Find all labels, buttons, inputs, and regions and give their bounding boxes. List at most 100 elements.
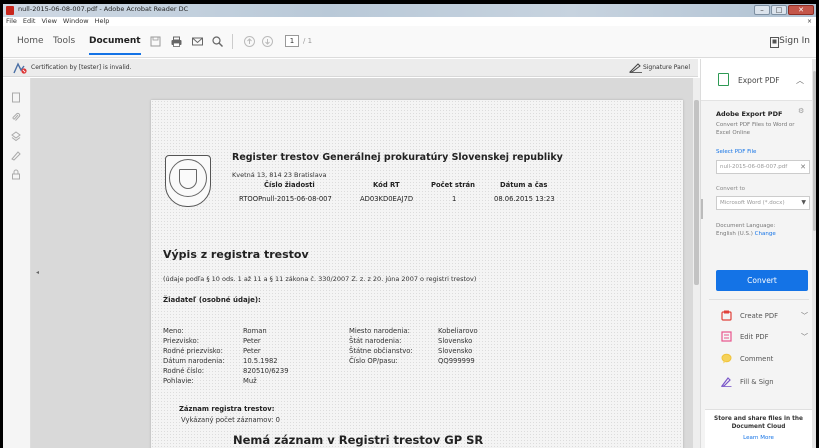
tool-comment[interactable]: Comment — [713, 353, 808, 367]
document-scrollbar[interactable] — [693, 78, 700, 448]
page-number-input[interactable]: 1 — [285, 35, 299, 47]
field-label-id-number: Číslo OP/pasu: — [349, 357, 398, 365]
acrobat-window: null-2015-06-08-007.pdf - Adobe Acrobat … — [0, 0, 819, 448]
field-label-surname: Priezvisko: — [163, 337, 200, 345]
adobe-export-heading: Adobe Export PDF — [716, 110, 783, 118]
document-language-value: English (U.S.) — [716, 231, 753, 237]
meta-value-date-time: 08.06.2015 13:23 — [494, 195, 555, 203]
applicant-heading: Žiadateľ (osobné údaje): — [163, 296, 261, 304]
document-scrollbar-thumb[interactable] — [694, 100, 699, 285]
meta-label-rt-code: Kód RT — [373, 181, 400, 189]
field-value-sex: Muž — [243, 377, 257, 385]
field-value-citizenship: Slovensko — [438, 347, 473, 355]
page-thumbnails-icon[interactable] — [11, 92, 21, 103]
meta-label-date-time: Dátum a čas — [500, 181, 548, 189]
tool-fill-sign-label: Fill & Sign — [740, 378, 774, 386]
field-label-citizenship: Štátne občianstvo: — [349, 347, 413, 355]
attachments-icon[interactable] — [11, 112, 21, 123]
main-toolbar: Home Tools Document 1 / 1 Sign In — [3, 26, 816, 58]
learn-more-link[interactable]: Learn More — [705, 435, 812, 441]
change-language-link[interactable]: Change — [755, 231, 776, 237]
tool-edit-pdf[interactable]: Edit PDF ﹀ — [713, 331, 808, 345]
page-total: / 1 — [303, 37, 313, 45]
no-record-statement: Nemá záznam v Registri trestov GP SR — [233, 433, 484, 447]
convert-to-label: Convert to — [716, 186, 746, 192]
previous-page-icon[interactable] — [243, 35, 256, 48]
tool-create-pdf[interactable]: Create PDF ﹀ — [713, 310, 808, 324]
field-value-id-number: QQ999999 — [438, 357, 475, 365]
field-value-surname: Peter — [243, 337, 261, 345]
panel-divider — [709, 299, 809, 300]
field-value-first-name: Roman — [243, 327, 267, 335]
tab-document[interactable]: Document — [89, 36, 141, 55]
export-description: Convert PDF Files to Word or Excel Onlin… — [716, 122, 795, 136]
comment-icon — [721, 353, 732, 364]
field-value-birth-date: 10.5.1982 — [243, 357, 278, 365]
field-label-birth-country: Štát narodenia: — [349, 337, 402, 345]
meta-label-request-number: Číslo žiadosti — [264, 181, 315, 189]
signature-pen-icon[interactable] — [629, 63, 643, 73]
convert-format-value: Microsoft Word (*.docx) — [720, 200, 785, 206]
field-label-sex: Pohlavie: — [163, 377, 194, 385]
tab-home[interactable]: Home — [17, 36, 44, 46]
tool-comment-label: Comment — [740, 355, 774, 363]
meta-label-page-count: Počet strán — [431, 181, 475, 189]
tab-tools[interactable]: Tools — [53, 36, 75, 46]
field-value-birth-country: Slovensko — [438, 337, 473, 345]
certification-bar: Certification by [tester] is invalid. Si… — [3, 59, 698, 77]
security-lock-icon[interactable] — [11, 169, 21, 180]
convert-format-select[interactable]: Microsoft Word (*.docx) ▼ — [716, 196, 810, 210]
field-label-birth-date: Dátum narodenia: — [163, 357, 225, 365]
meta-value-rt-code: AD03KD0EAJ7D — [360, 195, 414, 203]
sign-in-link[interactable]: Sign In — [779, 36, 810, 46]
record-heading: Záznam registra trestov: — [179, 405, 275, 413]
chevron-down-icon[interactable]: ﹀ — [801, 311, 808, 321]
email-icon[interactable] — [191, 35, 204, 48]
maximize-button[interactable]: □ — [771, 5, 787, 15]
tool-edit-pdf-label: Edit PDF — [740, 333, 769, 341]
menu-window[interactable]: Window — [63, 17, 89, 26]
menu-file[interactable]: File — [6, 17, 17, 26]
settings-icon[interactable]: ⚙ — [798, 107, 804, 115]
field-label-birth-place: Miesto narodenia: — [349, 327, 410, 335]
tool-fill-sign[interactable]: Fill & Sign — [713, 376, 808, 390]
layers-icon[interactable] — [11, 131, 21, 142]
collapse-right-pane-handle[interactable] — [701, 199, 703, 219]
title-bar: null-2015-06-08-007.pdf - Adobe Acrobat … — [3, 4, 816, 17]
signatures-icon[interactable] — [11, 150, 21, 161]
menu-edit[interactable]: Edit — [23, 17, 36, 26]
tools-pane-scrollbar[interactable] — [812, 59, 816, 448]
chevron-up-icon[interactable]: ︿ — [796, 75, 804, 86]
search-icon[interactable] — [211, 35, 224, 48]
save-icon[interactable] — [149, 35, 162, 48]
convert-button[interactable]: Convert — [716, 270, 808, 291]
legal-basis-note: (údaje podľa § 10 ods. 1 až 11 a § 11 zá… — [163, 275, 477, 283]
selected-file-field[interactable]: null-2015-06-08-007.pdf ✕ — [716, 160, 810, 174]
menu-view[interactable]: View — [41, 17, 56, 26]
field-label-first-name: Meno: — [163, 327, 184, 335]
document-cloud-promo: Store and share files in the Document Cl… — [705, 409, 812, 448]
export-pdf-header[interactable]: Export PDF ︿ — [701, 59, 816, 101]
document-language-label: Document Language: — [716, 223, 776, 229]
selected-file-name: null-2015-06-08-007.pdf — [720, 164, 788, 170]
menu-help[interactable]: Help — [95, 17, 110, 26]
export-pdf-icon — [718, 73, 729, 86]
chevron-down-icon[interactable]: ﹀ — [801, 332, 808, 342]
register-title: Register trestov Generálnej prokuratúry … — [232, 152, 563, 163]
cloud-promo-text: Store and share files in the Document Cl… — [714, 416, 803, 430]
certification-message: Certification by [tester] is invalid. — [31, 64, 132, 71]
close-button[interactable]: ✕ — [788, 5, 814, 15]
field-value-birth-number: 820510/6239 — [243, 367, 289, 375]
tools-pane-scrollbar-thumb[interactable] — [813, 71, 816, 231]
next-page-icon[interactable] — [261, 35, 274, 48]
print-icon[interactable] — [170, 35, 183, 48]
collapse-left-pane-icon[interactable]: ◂ — [36, 269, 39, 276]
close-document-icon[interactable]: × — [807, 17, 812, 26]
window-title: null-2015-06-08-007.pdf - Adobe Acrobat … — [18, 5, 189, 13]
extract-title: Výpis z registra trestov — [163, 248, 309, 261]
signature-panel-button[interactable]: Signature Panel — [643, 64, 690, 71]
toolbar-divider — [232, 34, 233, 49]
select-pdf-file-link[interactable]: Select PDF File — [716, 149, 756, 155]
clear-file-icon[interactable]: ✕ — [800, 161, 806, 173]
minimize-button[interactable]: – — [754, 5, 770, 15]
